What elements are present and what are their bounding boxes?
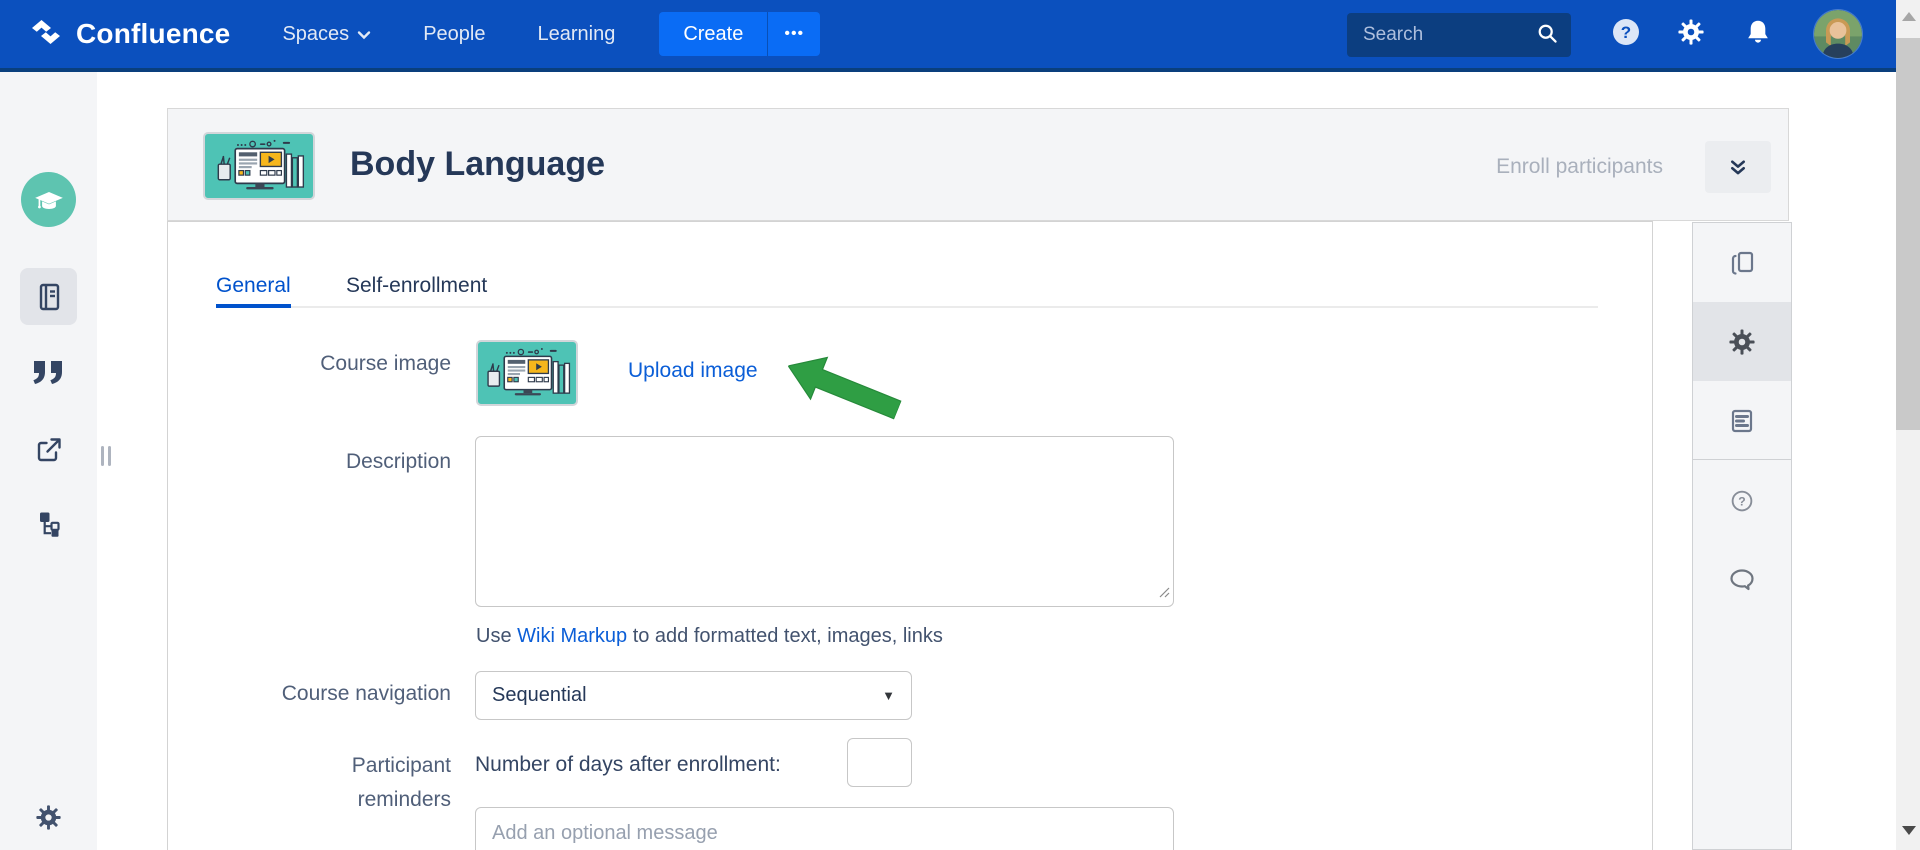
upload-image-link[interactable]: Upload image	[628, 359, 758, 383]
course-image-preview	[476, 340, 578, 406]
document-icon	[33, 281, 65, 313]
tree-structure-icon	[33, 508, 65, 540]
copy-icon	[1726, 247, 1758, 279]
sidebar-item-hierarchy[interactable]	[20, 495, 77, 552]
scroll-up-arrow[interactable]	[1902, 12, 1916, 21]
wiki-markup-link[interactable]: Wiki Markup	[517, 625, 627, 647]
course-outline-button[interactable]	[1693, 381, 1791, 460]
nav-spaces-label: Spaces	[282, 23, 349, 46]
form-fields-icon	[1726, 405, 1758, 437]
nav-learning[interactable]: Learning	[537, 23, 615, 46]
nav-people[interactable]: People	[423, 23, 485, 46]
nav-spaces[interactable]: Spaces	[282, 23, 371, 46]
course-thumbnail	[203, 132, 315, 200]
hint-suffix: to add formatted text, images, links	[627, 625, 943, 647]
course-header-card: Body Language Enroll participants	[167, 108, 1789, 221]
top-navbar: Confluence Spaces People Learning Create…	[0, 0, 1920, 72]
create-button[interactable]: Create	[659, 12, 767, 56]
svg-text:?: ?	[1621, 23, 1631, 42]
course-navigation-select[interactable]: Sequential ▼	[475, 671, 912, 720]
vertical-scrollbar	[1896, 0, 1920, 850]
copy-pages-button[interactable]	[1693, 223, 1791, 302]
enroll-participants-label: Enroll participants	[1398, 155, 1663, 179]
search-box[interactable]	[1347, 13, 1571, 57]
gear-icon	[34, 803, 63, 832]
course-illustration	[478, 342, 576, 404]
tab-general[interactable]: General	[216, 274, 291, 298]
hint-prefix: Use	[476, 625, 517, 647]
expand-actions-button[interactable]	[1705, 141, 1771, 193]
select-dropdown-arrow: ▼	[882, 688, 895, 703]
description-textarea[interactable]	[475, 436, 1174, 607]
page-title: Body Language	[350, 145, 605, 184]
search-input[interactable]	[1363, 24, 1535, 46]
annotation-arrow	[784, 362, 906, 424]
search-icon[interactable]	[1535, 21, 1559, 50]
sidebar-resize-handle[interactable]	[101, 446, 111, 466]
chevron-down-icon	[357, 23, 371, 46]
sidebar-settings-button[interactable]	[20, 789, 77, 846]
help-icon: ?	[1610, 16, 1642, 53]
confluence-window: Confluence Spaces People Learning Create…	[0, 0, 1920, 850]
scrollbar-thumb[interactable]	[1896, 38, 1920, 430]
days-after-enrollment-label: Number of days after enrollment:	[475, 753, 781, 777]
sidebar-item-external-link[interactable]	[20, 421, 77, 478]
external-link-icon	[33, 434, 65, 466]
confluence-logo-icon	[28, 16, 64, 53]
course-settings-panel: General Self-enrollment Course image	[167, 221, 1653, 850]
participant-reminders-label: Participant reminders	[331, 749, 451, 817]
settings-button[interactable]	[1671, 14, 1711, 54]
space-logo-learning[interactable]	[21, 172, 76, 227]
confluence-home-link[interactable]: Confluence	[28, 16, 230, 53]
course-image-label: Course image	[231, 352, 451, 376]
nav-learning-label: Learning	[537, 23, 615, 46]
help-button[interactable]: ?	[1606, 14, 1646, 54]
svg-text:?: ?	[1738, 494, 1745, 508]
tab-self-enrollment[interactable]: Self-enrollment	[346, 274, 487, 298]
description-label: Description	[231, 450, 451, 474]
question-circle-icon: ?	[1727, 486, 1757, 516]
comment-bubble-icon	[1726, 563, 1758, 595]
user-avatar[interactable]	[1814, 10, 1862, 58]
brand-name: Confluence	[76, 18, 230, 50]
wiki-markup-hint: Use Wiki Markup to add formatted text, i…	[476, 625, 943, 648]
strip-help-button[interactable]: ?	[1693, 461, 1791, 540]
avatar-image	[1814, 10, 1862, 58]
graduation-cap-icon	[32, 183, 66, 217]
nav-people-label: People	[423, 23, 485, 46]
left-sidebar	[0, 72, 97, 850]
course-illustration	[205, 134, 313, 198]
gear-icon	[1727, 327, 1757, 357]
strip-feedback-button[interactable]	[1693, 539, 1791, 618]
right-tool-strip: ?	[1692, 222, 1792, 850]
strip-divider	[1693, 459, 1791, 460]
sidebar-item-pages[interactable]	[20, 268, 77, 325]
course-navigation-label: Course navigation	[231, 682, 451, 706]
days-after-enrollment-input[interactable]	[847, 738, 912, 787]
create-more-button[interactable]: •••	[767, 12, 820, 56]
notifications-button[interactable]	[1738, 14, 1778, 54]
bell-icon	[1743, 17, 1773, 52]
tabs-divider	[216, 306, 1598, 308]
scroll-down-arrow[interactable]	[1902, 826, 1916, 835]
course-settings-button[interactable]	[1693, 302, 1791, 381]
quote-icon	[30, 358, 68, 388]
sidebar-item-quotes[interactable]	[20, 344, 77, 401]
optional-message-input[interactable]	[475, 807, 1174, 850]
double-chevron-down-icon	[1725, 154, 1751, 180]
gear-icon	[1676, 17, 1706, 52]
active-tab-underline	[216, 304, 291, 308]
course-navigation-value: Sequential	[492, 684, 882, 707]
